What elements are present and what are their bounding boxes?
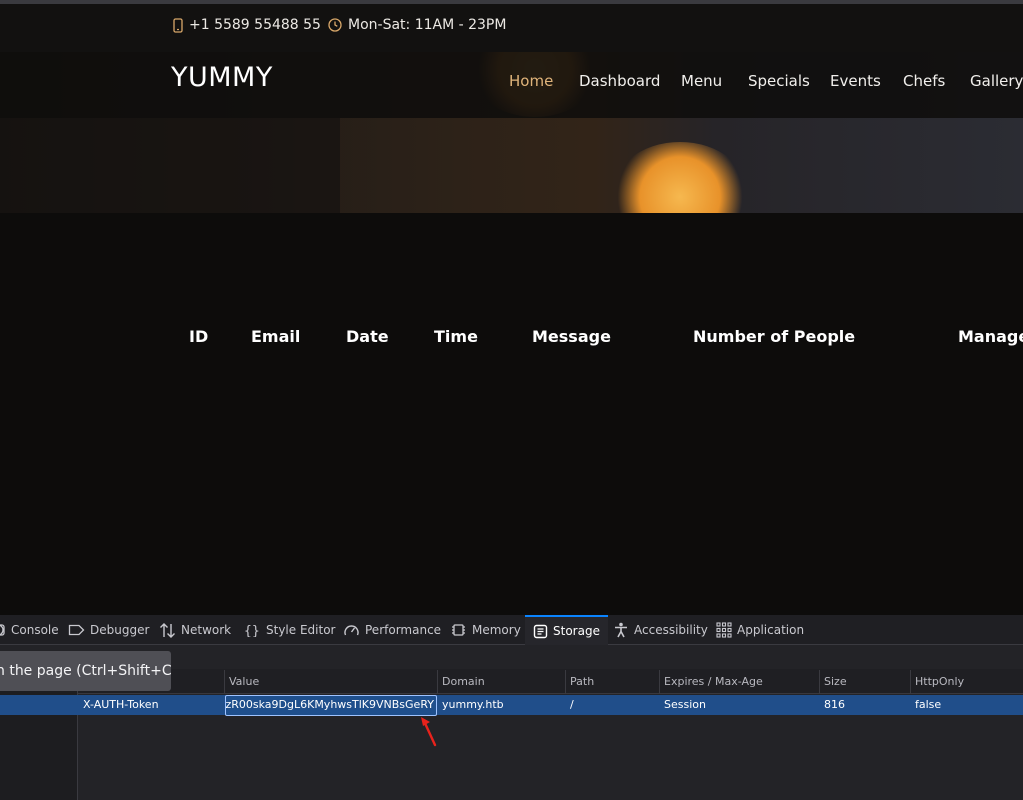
column-separator [910,670,911,694]
cookie-size[interactable]: 816 [824,698,845,711]
header-domain[interactable]: Domain [442,675,485,688]
column-header-people: Number of People [693,327,856,346]
column-header-manage: Manage [958,327,1023,346]
opening-hours: Mon-Sat: 11AM - 23PM [348,17,507,33]
devtools-tabbar: Console Debugger Network {} Style Editor… [0,615,1023,645]
header-value[interactable]: Value [229,675,259,688]
column-separator [224,670,225,694]
phone-icon [173,17,183,33]
cookie-name[interactable]: X-AUTH-Token [83,698,159,711]
cookie-domain[interactable]: yummy.htb [442,698,504,711]
header-path[interactable]: Path [570,675,594,688]
tab-console[interactable]: Console [0,615,59,645]
clock-icon [328,18,342,32]
nav-gallery[interactable]: Gallery [970,72,1023,90]
column-header-time: Time [434,327,478,346]
nav-menu[interactable]: Menu [681,72,722,90]
element-picker-tooltip: n the page (Ctrl+Shift+C) [0,651,171,691]
cookie-table-header [78,669,1023,694]
hours-info: Mon-Sat: 11AM - 23PM [328,17,506,33]
svg-text:{}: {} [244,624,260,637]
tab-storage[interactable]: Storage [525,615,608,645]
nav-home[interactable]: Home [509,72,553,90]
phone-number: +1 5589 55488 55 [189,17,321,33]
site-logo[interactable]: YUMMY [171,62,273,93]
column-header-date: Date [346,327,389,346]
memory-chip-icon [452,624,465,636]
accessibility-icon [615,622,627,638]
cookie-httponly[interactable]: false [915,698,941,711]
application-grid-icon [716,622,732,638]
cookie-expires[interactable]: Session [664,698,706,711]
column-header-email: Email [251,327,301,346]
header-httponly[interactable]: HttpOnly [915,675,964,688]
column-separator [565,670,566,694]
storage-icon [533,624,548,638]
header-expires[interactable]: Expires / Max-Age [664,675,763,688]
tab-application[interactable]: Application [716,615,804,645]
network-icon [160,622,175,638]
nav-chefs[interactable]: Chefs [903,72,945,90]
nav-events[interactable]: Events [830,72,881,90]
phone-info: +1 5589 55488 55 [173,17,321,33]
tab-debugger[interactable]: Debugger [68,615,149,645]
header-size[interactable]: Size [824,675,847,688]
column-separator [659,670,660,694]
annotation-arrow [421,717,437,747]
column-header-message: Message [532,327,611,346]
debugger-icon [68,624,85,636]
console-icon [0,624,5,636]
braces-icon: {} [244,624,260,637]
column-separator [819,670,820,694]
tab-memory[interactable]: Memory [450,615,521,645]
gauge-icon [344,625,359,636]
cookie-path[interactable]: / [570,698,574,711]
column-separator [437,670,438,694]
tab-performance[interactable]: Performance [343,615,441,645]
cookie-value[interactable]: ny8zR00ska9DgL6KMyhwsTlK9VNBsGeRY [226,698,434,711]
tab-network[interactable]: Network [159,615,231,645]
column-header-id: ID [189,327,209,346]
tab-style-editor[interactable]: {} Style Editor [244,615,335,645]
nav-specials[interactable]: Specials [748,72,810,90]
tab-accessibility[interactable]: Accessibility [613,615,708,645]
cookie-value-editor[interactable]: ny8zR00ska9DgL6KMyhwsTlK9VNBsGeRY [225,695,437,716]
nav-dashboard[interactable]: Dashboard [579,72,660,90]
info-bar: +1 5589 55488 55 Mon-Sat: 11AM - 23PM [0,4,1023,52]
dashboard-content [0,213,1023,615]
